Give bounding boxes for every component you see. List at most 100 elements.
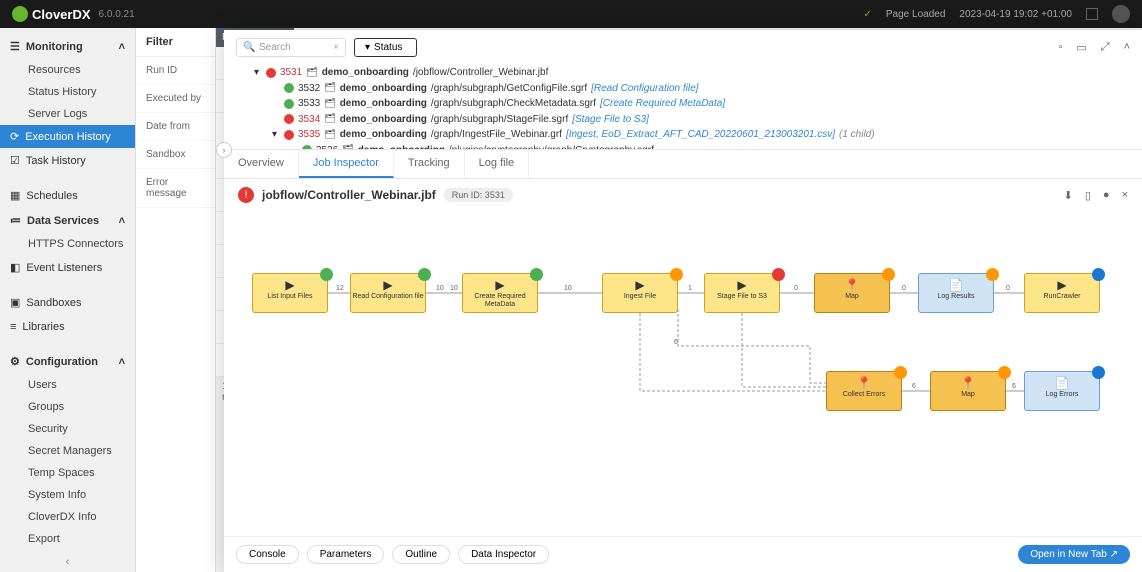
node-label: Log Results bbox=[919, 293, 993, 301]
tree-note: [Create Required MetaData] bbox=[600, 96, 725, 112]
sidebar-item-temp-spaces[interactable]: Temp Spaces bbox=[0, 462, 135, 484]
sidebar-item-secret-managers[interactable]: Secret Managers bbox=[0, 440, 135, 462]
sidebar-item-schedules[interactable]: ▦Schedules bbox=[0, 183, 135, 208]
outline-button[interactable]: Outline bbox=[392, 545, 450, 564]
run-icon[interactable]: ● bbox=[1103, 189, 1110, 202]
sidebar-item-export[interactable]: Export bbox=[0, 528, 135, 550]
edge-count: 0 bbox=[794, 285, 798, 292]
chevron-up-icon[interactable]: ˄ bbox=[1124, 41, 1130, 54]
sidebar-item-system-info[interactable]: System Info bbox=[0, 484, 135, 506]
filter-header: Filter bbox=[136, 28, 215, 57]
node-icon: 📍 bbox=[815, 278, 889, 292]
sidebar-item-status-history[interactable]: Status History bbox=[0, 81, 135, 103]
data-inspector-button[interactable]: Data Inspector bbox=[458, 545, 549, 564]
expand-icon[interactable]: ⤢ bbox=[1101, 41, 1110, 54]
presence-icon[interactable] bbox=[1086, 8, 1098, 20]
diagram-node[interactable]: ▶Create Required MetaData bbox=[462, 273, 538, 313]
caret-icon[interactable]: ▾ bbox=[272, 127, 280, 143]
sidebar-collapse-button[interactable]: ‹ bbox=[0, 550, 135, 572]
app-logo[interactable]: CloverDX 6.0.0.21 bbox=[12, 6, 135, 22]
user-avatar-icon[interactable] bbox=[1112, 5, 1130, 23]
download-icon[interactable]: ⬇ bbox=[1064, 189, 1073, 202]
job-detail-modal: › 🔍 Search × ▾Status ▫ ▭ ⤢ ˄ ▾3531🗂demo_… bbox=[224, 30, 1142, 572]
sidebar-item-server-logs[interactable]: Server Logs bbox=[0, 103, 135, 125]
file-icon: 🗂 bbox=[306, 66, 317, 80]
tab-overview[interactable]: Overview bbox=[224, 150, 299, 178]
diagram-node[interactable]: ▶Stage File to S3 bbox=[704, 273, 780, 313]
sidebar-group-configuration[interactable]: ⚙Configuration˄ bbox=[0, 349, 135, 374]
copy-icon[interactable]: ▯ bbox=[1085, 189, 1091, 202]
search-input[interactable]: 🔍 Search × bbox=[236, 38, 346, 57]
diagram-node[interactable]: ▶Ingest File bbox=[602, 273, 678, 313]
tab-job-inspector[interactable]: Job Inspector bbox=[299, 150, 394, 178]
close-icon[interactable]: × bbox=[1122, 189, 1128, 202]
open-new-tab-button[interactable]: Open in New Tab ↗ bbox=[1018, 545, 1130, 564]
sidebar-item-resources[interactable]: Resources bbox=[0, 59, 135, 81]
node-label: Map bbox=[815, 293, 889, 301]
tree-sandbox: demo_onboarding bbox=[340, 127, 427, 143]
library-icon: ≡ bbox=[10, 321, 16, 333]
tab-log-file[interactable]: Log file bbox=[465, 150, 529, 178]
node-icon: 📄 bbox=[919, 278, 993, 292]
node-status-badge bbox=[772, 268, 785, 281]
edge-count: 6 bbox=[912, 383, 916, 390]
node-status-badge bbox=[894, 366, 907, 379]
filter-date-from[interactable]: Date from bbox=[136, 113, 215, 141]
minimize-icon[interactable]: ▭ bbox=[1076, 41, 1086, 54]
tree-meta: (1 child) bbox=[839, 127, 875, 143]
caret-icon[interactable]: ▾ bbox=[254, 65, 262, 81]
sidebar-item-cloverdx-info[interactable]: CloverDX Info bbox=[0, 506, 135, 528]
sidebar-item-task-history[interactable]: ☑Task History bbox=[0, 148, 135, 173]
diagram-node[interactable]: 📍Map bbox=[930, 371, 1006, 411]
file-icon: 🗂 bbox=[324, 128, 335, 142]
filter-executed-by[interactable]: Executed by bbox=[136, 85, 215, 113]
sidebar-item-users[interactable]: Users bbox=[0, 374, 135, 396]
tree-row[interactable]: ▾3531🗂demo_onboarding/jobflow/Controller… bbox=[254, 65, 1126, 81]
filter-error-message[interactable]: Error message bbox=[136, 169, 215, 208]
sidebar-item-sandboxes[interactable]: ▣Sandboxes bbox=[0, 290, 135, 315]
diagram-node[interactable]: 📍Map bbox=[814, 273, 890, 313]
jobflow-diagram[interactable]: ▶List Input Files ▶Read Configuration fil… bbox=[224, 211, 1142, 536]
page-loaded-label: Page Loaded bbox=[886, 9, 946, 20]
file-icon: 🗂 bbox=[324, 81, 335, 95]
diagram-node[interactable]: 📄Log Results bbox=[918, 273, 994, 313]
tree-row[interactable]: 3534🗂demo_onboarding/graph/subgraph/Stag… bbox=[254, 112, 1126, 128]
status-filter-button[interactable]: ▾Status bbox=[354, 38, 417, 57]
parameters-button[interactable]: Parameters bbox=[307, 545, 385, 564]
tab-tracking[interactable]: Tracking bbox=[394, 150, 465, 178]
tree-row[interactable]: 3533🗂demo_onboarding/graph/subgraph/Chec… bbox=[254, 96, 1126, 112]
filter-run-id[interactable]: Run ID bbox=[136, 57, 215, 85]
sidebar-item-execution-history[interactable]: ⟳Execution History bbox=[0, 125, 135, 148]
sidebar-item-security[interactable]: Security bbox=[0, 418, 135, 440]
sidebar-item-event-listeners[interactable]: ◧Event Listeners bbox=[0, 255, 135, 280]
diagram-node[interactable]: 📍Collect Errors bbox=[826, 371, 902, 411]
file-icon: 🗂 bbox=[324, 97, 335, 111]
diagram-node[interactable]: ▶Read Configuration file bbox=[350, 273, 426, 313]
calendar-icon: ▦ bbox=[10, 189, 20, 202]
tree-row[interactable]: 3532🗂demo_onboarding/graph/subgraph/GetC… bbox=[254, 81, 1126, 97]
filter-sandbox[interactable]: Sandbox bbox=[136, 141, 215, 169]
ok-status-icon bbox=[284, 99, 294, 109]
tree-note: [Stage File to S3] bbox=[572, 112, 649, 128]
sidebar-item-groups[interactable]: Groups bbox=[0, 396, 135, 418]
job-title: jobflow/Controller_Webinar.jbf bbox=[262, 188, 436, 202]
node-label: Map bbox=[931, 391, 1005, 399]
sidebar-group-monitoring[interactable]: ☰Monitoring˄ bbox=[0, 34, 135, 59]
sidebar-item-libraries[interactable]: ≡Libraries bbox=[0, 315, 135, 339]
diagram-node[interactable]: ▶RunCrawler bbox=[1024, 273, 1100, 313]
tree-row[interactable]: ▾3535🗂demo_onboarding/graph/IngestFile_W… bbox=[254, 127, 1126, 143]
sidebar-group-data-services[interactable]: ≔Data Services˄ bbox=[0, 208, 135, 233]
console-button[interactable]: Console bbox=[236, 545, 299, 564]
sidebar-item-https-connectors[interactable]: HTTPS Connectors bbox=[0, 233, 135, 255]
error-status-icon bbox=[284, 114, 294, 124]
tree-path: /graph/subgraph/StageFile.sgrf bbox=[431, 112, 568, 128]
diagram-node[interactable]: 📄Log Errors bbox=[1024, 371, 1100, 411]
diagram-node[interactable]: ▶List Input Files bbox=[252, 273, 328, 313]
tree-path: /jobflow/Controller_Webinar.jbf bbox=[413, 65, 548, 81]
node-label: Ingest File bbox=[603, 293, 677, 301]
clear-icon[interactable]: × bbox=[333, 42, 339, 53]
panel-toggle-button[interactable]: › bbox=[216, 142, 232, 158]
add-icon[interactable]: ▫ bbox=[1058, 41, 1062, 54]
tree-run-id: 3531 bbox=[280, 65, 302, 81]
node-icon: ▶ bbox=[603, 278, 677, 292]
